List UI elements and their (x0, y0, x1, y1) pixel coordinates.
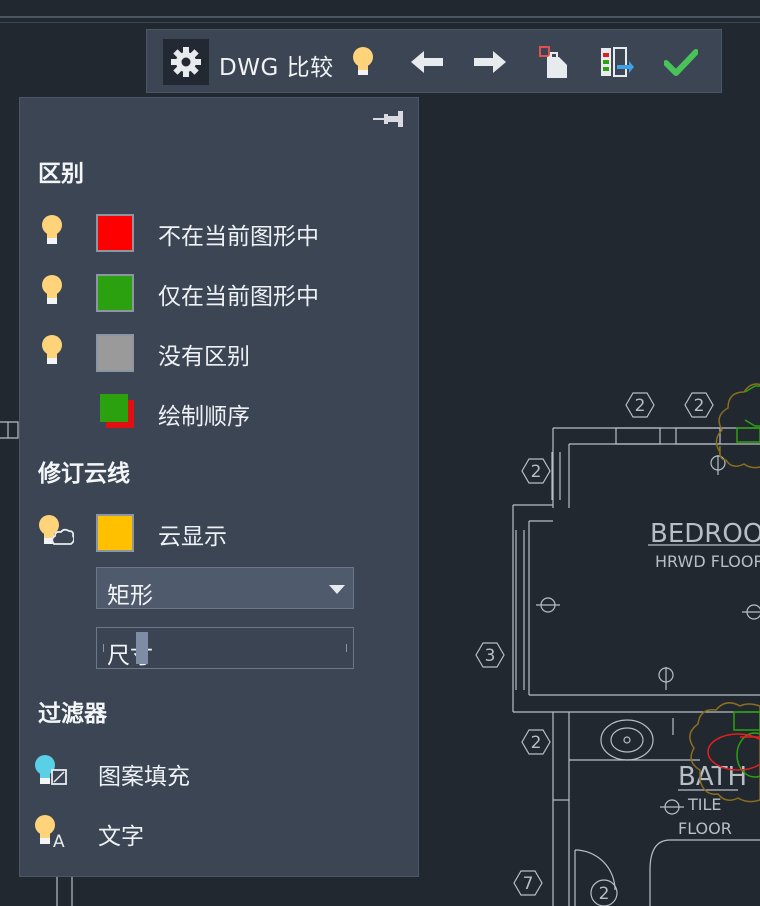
room-label-bath: BATH (678, 762, 747, 792)
lightbulb-cloud-icon[interactable] (38, 514, 74, 548)
revision-cloud (689, 383, 760, 803)
previous-change-button[interactable] (409, 44, 445, 80)
diff-row-no-difference: 没有区别 (20, 324, 418, 374)
checkmark-icon (664, 49, 698, 76)
revcloud-label: 云显示 (158, 524, 227, 550)
done-button[interactable] (663, 44, 699, 80)
slider-tick-right (346, 644, 347, 652)
svg-text:A: A (53, 832, 65, 848)
lightbulb-hatch-icon[interactable] (34, 754, 70, 788)
tag-6: 7 (523, 874, 534, 894)
next-change-button[interactable] (472, 44, 508, 80)
toolbar-title: DWG 比较 (219, 55, 334, 81)
tag-5: 2 (531, 733, 542, 753)
filter-row-text: A 文字 (20, 804, 418, 854)
revcloud-size-slider[interactable]: 尺寸 (96, 627, 354, 669)
import-objects-icon (539, 46, 567, 78)
toggle-visibility-button[interactable] (345, 44, 381, 80)
filter-row-hatch: 图案填充 (20, 744, 418, 794)
lightbulb-icon[interactable] (38, 214, 66, 248)
floor-label-tile: TILE (687, 795, 722, 814)
tag-4: 3 (485, 646, 496, 666)
color-swatch-green[interactable] (96, 274, 134, 312)
color-swatch-yellow[interactable] (96, 514, 134, 552)
color-swatch-gray[interactable] (96, 334, 134, 372)
room-label-bedroom: BEDROOM (650, 519, 760, 549)
revcloud-shape-value: 矩形 (107, 583, 153, 609)
tag-1: 2 (635, 396, 646, 416)
export-snapshot-icon (601, 47, 634, 77)
section-title-revcloud: 修订云线 (38, 461, 130, 487)
tag-3: 2 (531, 462, 542, 482)
settings-button[interactable] (163, 39, 209, 85)
floor-label-bedroom: HRWD FLOOR (655, 552, 760, 571)
section-title-filters: 过滤器 (38, 701, 107, 727)
section-title-differences: 区别 (38, 161, 84, 187)
lightbulb-icon (353, 47, 373, 75)
diff-row-not-in-current: 不在当前图形中 (20, 204, 418, 254)
diff-row-only-in-current: 仅在当前图形中 (20, 264, 418, 314)
lightbulb-icon[interactable] (38, 274, 66, 308)
tag-7: 2 (599, 884, 610, 904)
diff-label-draw-order: 绘制顺序 (158, 404, 250, 430)
lightbulb-text-icon[interactable]: A (34, 814, 70, 848)
diff-label-no-difference: 没有区别 (158, 344, 250, 370)
revcloud-row: 云显示 (20, 504, 418, 554)
pin-panel-icon[interactable] (372, 108, 406, 130)
diff-row-draw-order: 绘制顺序 (20, 384, 418, 434)
gear-icon (171, 47, 201, 77)
diff-label-only-in-current: 仅在当前图形中 (158, 284, 319, 310)
import-objects-button[interactable] (536, 44, 572, 80)
compare-settings-panel: 区别 不在当前图形中 仅在当前图形中 没有区别 绘制顺序 修订云线 云显示 矩形… (19, 97, 419, 877)
slider-thumb[interactable] (136, 632, 148, 664)
dwg-compare-toolbar: DWG 比较 (146, 29, 722, 93)
export-snapshot-button[interactable] (599, 44, 635, 80)
filter-label-text: 文字 (98, 824, 144, 850)
draw-order-icon[interactable] (98, 390, 138, 430)
filter-label-hatch: 图案填充 (98, 764, 190, 790)
chevron-down-icon (329, 585, 345, 594)
revcloud-shape-dropdown[interactable]: 矩形 (96, 567, 354, 609)
tag-2: 2 (694, 396, 705, 416)
slider-tick-left (103, 644, 104, 652)
color-swatch-red[interactable] (96, 214, 134, 252)
diff-label-not-in-current: 不在当前图形中 (158, 224, 319, 250)
floor-label-floor: FLOOR (678, 819, 732, 838)
arrow-left-icon (411, 51, 443, 73)
arrow-right-icon (474, 51, 506, 73)
lightbulb-icon[interactable] (38, 334, 66, 368)
